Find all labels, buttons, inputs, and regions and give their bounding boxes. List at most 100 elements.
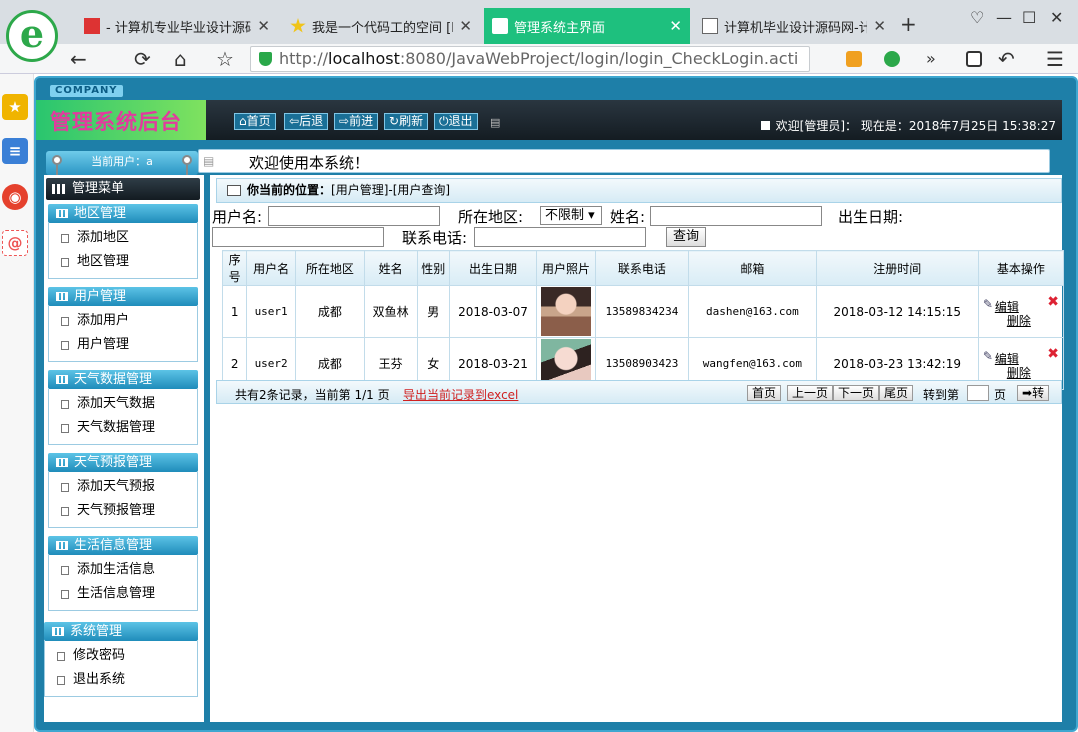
browser-menu-icon[interactable]: ☰ bbox=[1046, 47, 1064, 71]
menu-item-add-user[interactable]: 添加用户 bbox=[49, 309, 197, 333]
document-icon bbox=[61, 566, 69, 575]
undo-close-icon[interactable]: ↶ bbox=[998, 47, 1015, 71]
document-icon bbox=[57, 652, 65, 661]
close-tab-icon[interactable]: ✕ bbox=[459, 17, 472, 35]
menu-group-header[interactable]: 用户管理 bbox=[48, 287, 198, 306]
name-label: 姓名: bbox=[610, 208, 646, 226]
toolbar-logout-button[interactable]: ⏻退出 bbox=[434, 113, 478, 130]
birthday-label: 出生日期: bbox=[838, 208, 904, 226]
close-window-icon[interactable]: ✕ bbox=[1050, 8, 1063, 27]
welcome-text: 欢迎[管理员]： 现在是：2018年7月25日 15:38:27 bbox=[760, 117, 1056, 134]
next-page-button[interactable]: 下一页 bbox=[833, 385, 880, 401]
site-favicon-icon bbox=[84, 18, 100, 34]
minimize-icon[interactable]: — bbox=[996, 8, 1012, 27]
new-tab-button[interactable]: + bbox=[900, 12, 917, 36]
reading-list-icon[interactable]: ≡ bbox=[2, 138, 28, 164]
weibo-icon[interactable]: ◉ bbox=[2, 184, 28, 210]
phone-input[interactable] bbox=[474, 227, 646, 247]
menu-group-header[interactable]: 生活信息管理 bbox=[48, 536, 198, 555]
mail-icon[interactable]: @ bbox=[2, 230, 28, 256]
column-header: 性别 bbox=[416, 250, 450, 286]
menu-item-forecast-manage[interactable]: 天气预报管理 bbox=[49, 499, 197, 523]
extension-shield-icon[interactable] bbox=[884, 51, 900, 67]
menu-item-add-forecast[interactable]: 添加天气预报 bbox=[49, 475, 197, 499]
prev-page-button[interactable]: 上一页 bbox=[787, 385, 834, 401]
menu-item-change-password[interactable]: 修改密码 bbox=[45, 644, 197, 668]
bookmark-star-icon[interactable]: ☆ bbox=[216, 47, 234, 71]
back-icon[interactable]: ← bbox=[70, 47, 87, 71]
document-icon bbox=[61, 258, 69, 267]
company-badge: COMPANY bbox=[50, 85, 123, 97]
delete-x-icon[interactable]: ✖ bbox=[1047, 346, 1059, 362]
toolbar-home-button[interactable]: ⌂首页 bbox=[234, 113, 276, 130]
more-extensions-icon[interactable]: » bbox=[926, 47, 936, 71]
header-toolbar: ⌂首页 ⇦后退 ⇨前进 ↻刷新 ⏻退出 ▤ 欢迎[管理员]： 现在是：2018年… bbox=[206, 100, 1062, 140]
document-icon bbox=[61, 590, 69, 599]
grip-icon: ▤ bbox=[203, 154, 215, 168]
column-header: 用户照片 bbox=[536, 250, 596, 286]
list-icon bbox=[56, 541, 68, 550]
close-tab-icon[interactable]: ✕ bbox=[257, 17, 270, 35]
close-tab-icon[interactable]: ✕ bbox=[669, 17, 682, 35]
menu-group-header[interactable]: 天气数据管理 bbox=[48, 370, 198, 389]
extension-apps-icon[interactable] bbox=[846, 51, 862, 67]
menu-group-forecast: 天气预报管理 添加天气预报 天气预报管理 bbox=[48, 453, 198, 528]
browser-nav-bar: ← ⟳ ⌂ ☆ http://localhost:8080/JavaWebPro… bbox=[0, 44, 1078, 74]
menu-group-header[interactable]: 系统管理 bbox=[44, 622, 198, 641]
area-select[interactable]: 不限制 ▾ bbox=[540, 206, 602, 225]
menu-item-area-manage[interactable]: 地区管理 bbox=[49, 250, 197, 274]
menu-item-add-life-info[interactable]: 添加生活信息 bbox=[49, 558, 197, 582]
home-icon[interactable]: ⌂ bbox=[174, 47, 187, 71]
edit-pencil-icon: ✎ bbox=[982, 349, 993, 363]
area-label: 所在地区: bbox=[458, 208, 524, 226]
tab-2[interactable]: 我是一个代码工的空间 [htt ✕ bbox=[282, 8, 480, 44]
birthday-input[interactable] bbox=[212, 227, 384, 247]
breadcrumb: 你当前的位置：[用户管理]-[用户查询] bbox=[216, 178, 1062, 203]
refresh-icon[interactable]: ⟳ bbox=[134, 47, 151, 71]
menu-item-life-info-manage[interactable]: 生活信息管理 bbox=[49, 582, 197, 606]
document-icon bbox=[61, 424, 69, 433]
search-button[interactable]: 查询 bbox=[666, 227, 706, 247]
column-header: 所在地区 bbox=[294, 250, 365, 286]
table-row: 1 user1 成都 双鱼林 男 2018-03-07 13589834234 … bbox=[221, 285, 1065, 338]
toolbar-refresh-button[interactable]: ↻刷新 bbox=[384, 113, 429, 130]
address-bar[interactable]: http://localhost:8080/JavaWebProject/log… bbox=[250, 46, 810, 72]
side-menu: 管理菜单 地区管理 添加地区 地区管理 用户管理 添加用户 用户管理 天气数据管… bbox=[44, 175, 204, 722]
delete-link[interactable]: 删除 bbox=[1007, 364, 1031, 381]
menu-group-header[interactable]: 天气预报管理 bbox=[48, 453, 198, 472]
first-page-button[interactable]: 首页 bbox=[747, 385, 782, 401]
menu-item-weather-data-manage[interactable]: 天气数据管理 bbox=[49, 416, 197, 440]
export-excel-link[interactable]: 导出当前记录到excel bbox=[403, 386, 518, 403]
star-favicon-icon bbox=[290, 18, 306, 33]
menu-item-add-weather-data[interactable]: 添加天气数据 bbox=[49, 392, 197, 416]
menu-item-user-manage[interactable]: 用户管理 bbox=[49, 333, 197, 357]
toolbar-back-button[interactable]: ⇦后退 bbox=[284, 113, 329, 130]
tab-4[interactable]: 计算机毕业设计源码网-计算 ✕ bbox=[694, 8, 894, 44]
maximize-icon[interactable]: ☐ bbox=[1022, 8, 1036, 27]
cell-no: 1 bbox=[221, 285, 248, 338]
table-header-row: 序号 用户名 所在地区 姓名 性别 出生日期 用户照片 联系电话 邮箱 注册时间… bbox=[221, 250, 1065, 286]
delete-link[interactable]: 删除 bbox=[1007, 312, 1031, 329]
go-button[interactable]: ➡转 bbox=[1017, 385, 1050, 401]
page-number-input[interactable] bbox=[967, 385, 989, 401]
menu-item-add-area[interactable]: 添加地区 bbox=[49, 226, 197, 250]
tab-1[interactable]: - 计算机专业毕业设计源码网 ✕ bbox=[76, 8, 278, 44]
close-tab-icon[interactable]: ✕ bbox=[873, 17, 886, 35]
favorites-star-icon[interactable]: ★ bbox=[2, 94, 28, 120]
reading-mode-icon[interactable] bbox=[966, 51, 982, 67]
list-icon bbox=[56, 458, 68, 467]
user-table: 序号 用户名 所在地区 姓名 性别 出生日期 用户照片 联系电话 邮箱 注册时间… bbox=[221, 250, 1065, 390]
name-input[interactable] bbox=[650, 206, 822, 226]
document-icon bbox=[61, 483, 69, 492]
document-icon bbox=[61, 341, 69, 350]
list-icon bbox=[52, 627, 64, 636]
delete-x-icon[interactable]: ✖ bbox=[1047, 294, 1059, 310]
tab-3-active[interactable]: 管理系统主界面 ✕ bbox=[484, 8, 690, 44]
menu-item-exit-system[interactable]: 退出系统 bbox=[45, 668, 197, 692]
username-input[interactable] bbox=[268, 206, 440, 226]
cell-photo bbox=[536, 285, 596, 338]
last-page-button[interactable]: 尾页 bbox=[879, 385, 914, 401]
toolbar-forward-button[interactable]: ⇨前进 bbox=[334, 113, 379, 130]
skin-icon[interactable]: ♡ bbox=[970, 8, 984, 27]
menu-group-header[interactable]: 地区管理 bbox=[48, 204, 198, 223]
